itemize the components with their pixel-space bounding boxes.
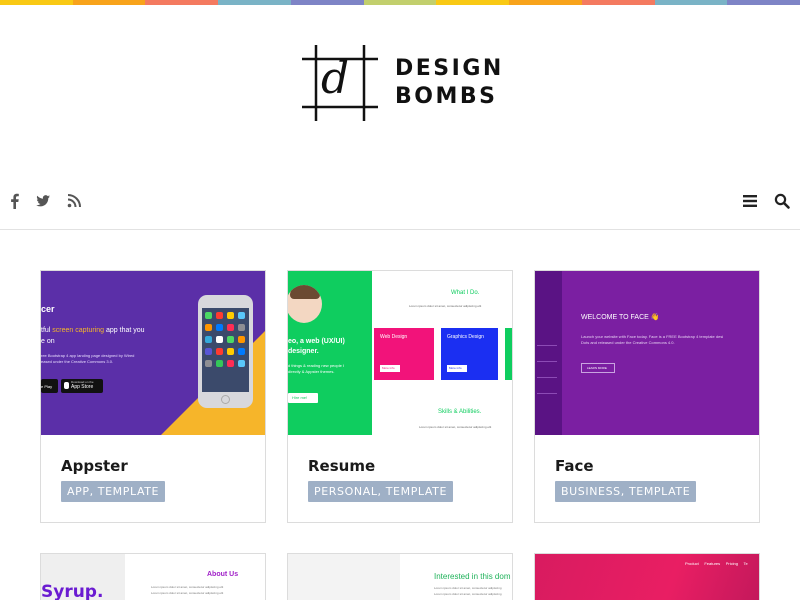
app-icon [238,324,245,331]
app-icon [227,324,234,331]
card-title[interactable]: Face [555,457,594,475]
card-title[interactable]: Appster [61,457,128,475]
preview-heading: WELCOME TO FACE 👋 [581,314,660,321]
preview-text-2: Lorem ipsum dolor sit amet, consectetur … [434,592,502,596]
site-logo[interactable]: d DESIGN BOMBS [302,45,504,121]
twitter-icon[interactable] [34,192,52,210]
preview-learn-more: LEARN MORE [581,363,615,373]
app-icon [216,348,223,355]
app-icon [216,312,223,319]
preview-what-heading: What I Do. [451,290,480,296]
brand-name-line2: BOMBS [395,84,498,109]
color-strip-segment [218,0,291,5]
social-toolbar [0,186,800,216]
preview-text: Lorem ipsum dolor sit amet, consectetur … [434,586,502,590]
color-strip-segment [72,0,146,5]
preview-skills-heading: Skills & Abilities. [438,409,482,415]
facebook-icon[interactable] [6,192,24,210]
app-icon [238,360,245,367]
preview-small-1: ree Bootstrap 4 app landing page designe… [41,353,135,358]
app-icon [227,348,234,355]
brand-name-line1: DESIGN [395,56,504,81]
color-strip-segment [145,0,219,5]
logo-letter: d [321,53,350,104]
color-strip-segment [727,0,800,5]
preview-hire-button: Hire me! [288,393,318,403]
preview-lorem-1: Lorem ipsum dolor sit amet, consectetur … [409,304,482,308]
preview-sidebar [535,271,562,435]
color-strip-segment [581,0,655,5]
preview-box-graphics: Graphics Design More info [441,328,498,380]
preview-tagline-2: e on [41,338,55,345]
preview-body-1: Launch your website with Face today. Fac… [581,334,724,339]
template-card-face[interactable]: WELCOME TO FACE 👋 Launch your website wi… [534,270,760,523]
preview-heading: cer [41,304,55,314]
card-tags[interactable]: BUSINESS, TEMPLATE [555,481,697,502]
app-icon [238,312,245,319]
card-thumbnail: eo, a web (UX/UI) designer. d things & r… [288,271,512,435]
color-strip-segment [0,0,73,5]
app-icon [205,360,212,367]
preview-text-2: Lorem ipsum dolor sit amet, consectetur … [151,591,224,595]
card-tags[interactable]: PERSONAL, TEMPLATE [308,481,454,502]
app-icon [227,360,234,367]
color-strip-segment [509,0,582,5]
app-icon [238,336,245,343]
header-divider [0,229,800,230]
template-card-syrup[interactable]: Syrup. About Us Lorem ipsum dolor sit am… [40,553,266,600]
search-icon[interactable] [773,192,791,210]
app-icon [205,324,212,331]
app-icon [216,324,223,331]
preview-heading: Interested in this dom [434,572,511,581]
preview-intro-2: designer. [288,348,319,355]
app-store-badge: Download on the App Store [61,379,103,393]
preview-text: Lorem ipsum dolor sit amet, consectetur … [151,585,224,589]
preview-lorem-2: Lorem ipsum dolor sit amet, consectetur … [419,425,492,429]
template-card-gradient[interactable]: Product Features Pricing Te [534,553,760,600]
preview-nav: Product Features Pricing Te [685,561,748,566]
app-icon [216,360,223,367]
preview-box-web: Web Design More info [374,328,434,380]
preview-tagline: tful screen capturing app that you [41,327,145,334]
app-icon [205,312,212,319]
top-color-strip [0,0,800,5]
app-icon [205,336,212,343]
app-icon [216,336,223,343]
app-icon [227,312,234,319]
card-tags[interactable]: APP, TEMPLATE [61,481,166,502]
template-card-appster[interactable]: cer tful screen capturing app that you e… [40,270,266,523]
color-strip-segment [654,0,728,5]
rss-icon[interactable] [65,192,83,210]
preview-heading: Syrup. [41,582,104,600]
logo-mark-icon: d [302,45,378,121]
card-thumbnail: cer tful screen capturing app that you e… [41,271,265,435]
preview-body-2: Dots and released under the Creative Com… [581,340,675,345]
preview-small-2: eased under the Creative Commons 3.0. [41,359,114,364]
color-strip-segment [290,0,364,5]
google-play-badge: e Play [41,379,58,393]
app-icon [205,348,212,355]
app-icon [238,348,245,355]
menu-icon[interactable] [741,192,759,210]
card-title[interactable]: Resume [308,457,375,475]
preview-intro-4: directly & Appster themes. [288,369,335,374]
color-strip-segment [436,0,510,5]
preview-intro-1: eo, a web (UX/UI) [288,338,345,345]
app-icon [227,336,234,343]
template-card-domain[interactable]: Interested in this dom Lorem ipsum dolor… [287,553,513,600]
phone-mockup [198,295,253,408]
template-card-resume[interactable]: eo, a web (UX/UI) designer. d things & r… [287,270,513,523]
preview-intro-3: d things & reading new people I [288,363,345,368]
brand-name: DESIGN BOMBS [395,55,504,111]
card-thumbnail: WELCOME TO FACE 👋 Launch your website wi… [535,271,759,435]
color-strip-segment [363,0,437,5]
preview-about: About Us [207,571,239,578]
